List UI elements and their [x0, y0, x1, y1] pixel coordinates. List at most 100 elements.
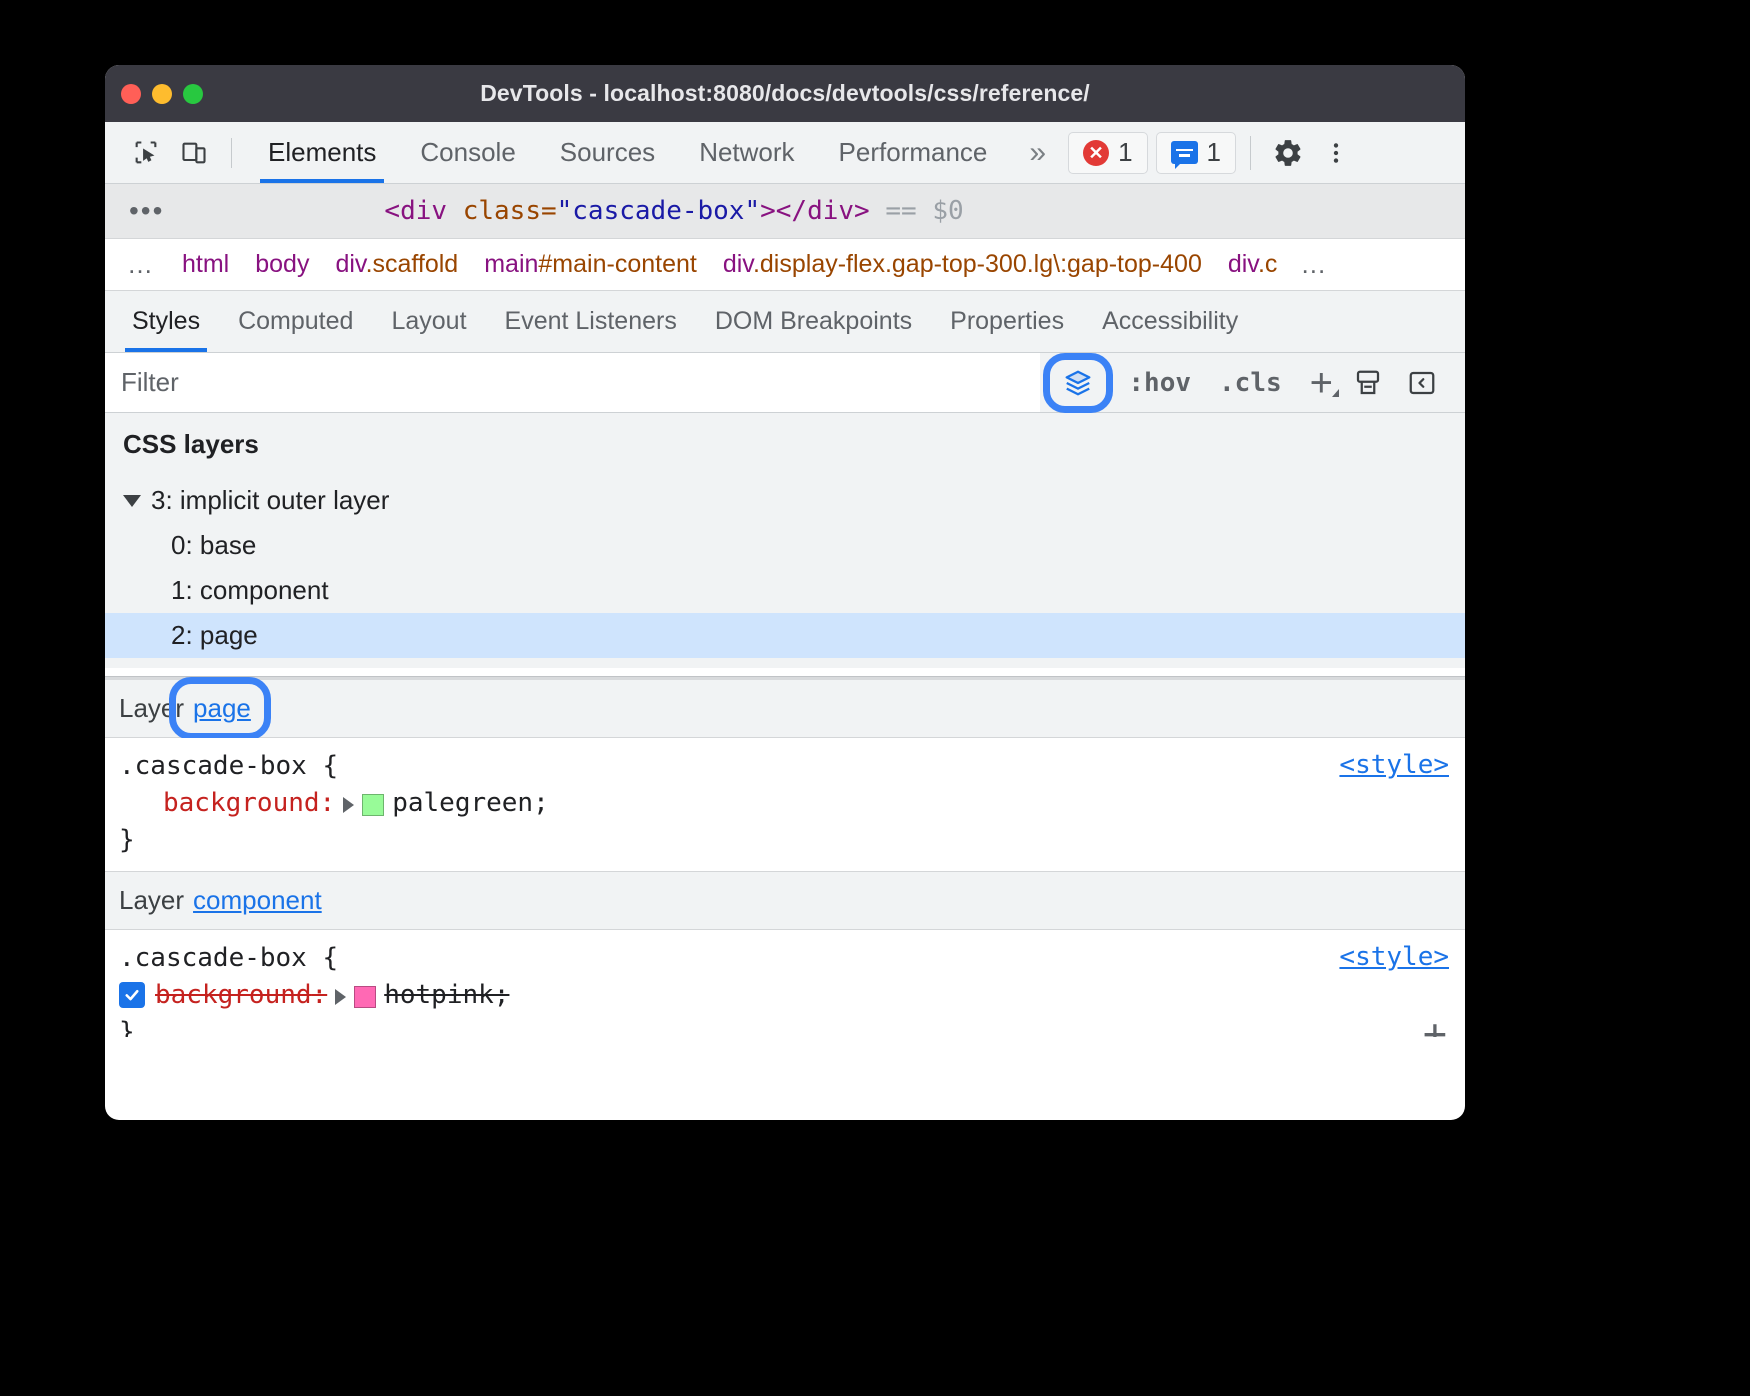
- filter-input[interactable]: [105, 353, 1040, 412]
- rule-close-brace-component: }: [105, 1014, 1465, 1037]
- tab-network[interactable]: Network: [677, 122, 816, 183]
- css-layers-panel: CSS layers 3: implicit outer layer 0: ba…: [105, 413, 1465, 668]
- add-declaration-button[interactable]: +: [1423, 1014, 1447, 1037]
- dom-selector-ref: $0: [932, 196, 963, 226]
- style-rule-component: <style> .cascade-box { background: hotpi…: [105, 930, 1465, 1037]
- breadcrumb-item-div-c[interactable]: div.c: [1215, 250, 1291, 279]
- dom-attr-value: "cascade-box": [557, 196, 761, 226]
- layer-header-component-label: Layer: [119, 885, 184, 916]
- tab-elements[interactable]: Elements: [246, 122, 398, 183]
- layer-tree-node-implicit-outer[interactable]: 3: implicit outer layer: [105, 478, 1465, 523]
- more-tabs-icon[interactable]: »: [1011, 136, 1060, 170]
- declaration-property-name[interactable]: background: [163, 785, 320, 822]
- breadcrumb-flex-name: div: [723, 250, 753, 278]
- declaration-value[interactable]: palegreen;: [392, 785, 549, 822]
- layer-header-component: Layer component: [105, 872, 1465, 930]
- minimize-button[interactable]: [152, 84, 172, 104]
- layer-tree-node-base[interactable]: 0: base: [105, 523, 1465, 568]
- styles-pane: CSS layers 3: implicit outer layer 0: ba…: [105, 413, 1465, 1037]
- tab-event-listeners-label: Event Listeners: [505, 307, 677, 336]
- breadcrumb-item-main[interactable]: main#main-content: [471, 250, 710, 279]
- tab-performance-label: Performance: [839, 137, 988, 168]
- rule-selector-page[interactable]: .cascade-box {: [105, 748, 1465, 785]
- gear-icon[interactable]: [1265, 132, 1311, 174]
- layer-link-component[interactable]: component: [193, 885, 322, 916]
- tab-accessibility[interactable]: Accessibility: [1083, 291, 1257, 352]
- rule-selector-page-text: .cascade-box {: [119, 748, 338, 785]
- breadcrumb-left-ellipsis[interactable]: …: [119, 258, 169, 271]
- copy-styles-icon[interactable]: [1341, 368, 1395, 398]
- breadcrumb-item-div-flex[interactable]: div.display-flex.gap-top-300.lg\:gap-top…: [710, 250, 1215, 279]
- error-count-badge[interactable]: ✕ 1: [1068, 132, 1147, 174]
- breadcrumb-item-div-scaffold[interactable]: div.scaffold: [322, 250, 471, 279]
- tab-console[interactable]: Console: [398, 122, 537, 183]
- tab-styles[interactable]: Styles: [113, 291, 219, 352]
- devtools-window: DevTools - localhost:8080/docs/devtools/…: [105, 65, 1465, 1120]
- color-swatch-palegreen[interactable]: [362, 794, 384, 816]
- expand-shorthand-icon[interactable]: [335, 989, 346, 1005]
- maximize-button[interactable]: [183, 84, 203, 104]
- style-source-link-component[interactable]: <style>: [1339, 942, 1449, 972]
- color-swatch-hotpink[interactable]: [354, 986, 376, 1008]
- breadcrumb-right-ellipsis[interactable]: …: [1290, 258, 1342, 271]
- declaration-enabled-checkbox[interactable]: [119, 982, 145, 1008]
- breadcrumb-c-class: .c: [1258, 250, 1277, 278]
- layer-link-component-label: component: [193, 885, 322, 915]
- layer-tree-node-component[interactable]: 1: component: [105, 568, 1465, 613]
- layer-header-page: Layer page: [105, 680, 1465, 738]
- tab-sources[interactable]: Sources: [538, 122, 677, 183]
- breadcrumb-item-html[interactable]: html: [169, 250, 242, 279]
- inspect-cursor-icon[interactable]: [123, 132, 169, 174]
- declaration-value[interactable]: hotpink;: [384, 977, 509, 1014]
- window-controls[interactable]: [121, 65, 203, 122]
- expand-shorthand-icon[interactable]: [343, 797, 354, 813]
- breadcrumb-c-name: div: [1228, 250, 1258, 278]
- tab-computed[interactable]: Computed: [219, 291, 372, 352]
- breadcrumb-flex-class: .display-flex.gap-top-300.lg\:gap-top-40…: [753, 250, 1202, 278]
- cls-button[interactable]: .cls: [1205, 368, 1296, 398]
- css-layers-title: CSS layers: [105, 429, 1465, 478]
- close-button[interactable]: [121, 84, 141, 104]
- declaration-property-name[interactable]: background: [155, 977, 312, 1014]
- tab-elements-label: Elements: [268, 137, 376, 168]
- message-count-badge[interactable]: 1: [1156, 132, 1236, 174]
- dom-equals: [870, 196, 886, 226]
- devtools-toolbar: Elements Console Sources Network Perform…: [105, 122, 1465, 184]
- toolbar-divider: [231, 138, 232, 168]
- new-style-rule-label: +: [1310, 361, 1333, 405]
- selected-dom-node-row[interactable]: ••• <div class="cascade-box"></div> == $…: [105, 184, 1465, 239]
- tab-layout-label: Layout: [391, 307, 466, 336]
- tab-layout[interactable]: Layout: [372, 291, 485, 352]
- chevron-down-icon[interactable]: [123, 495, 141, 507]
- tab-event-listeners[interactable]: Event Listeners: [486, 291, 696, 352]
- style-source-link-page[interactable]: <style>: [1339, 750, 1449, 780]
- toolbar-divider-2: [1250, 136, 1251, 170]
- dom-open-tag: <div: [384, 196, 462, 226]
- breadcrumb: … html body div.scaffold main#main-conte…: [105, 239, 1465, 291]
- tab-properties[interactable]: Properties: [931, 291, 1083, 352]
- tab-accessibility-label: Accessibility: [1102, 307, 1238, 336]
- tab-styles-label: Styles: [132, 307, 200, 336]
- kebab-menu-icon[interactable]: [1313, 132, 1359, 174]
- layer-link-page[interactable]: page: [193, 693, 251, 724]
- message-count-label: 1: [1207, 137, 1221, 168]
- hov-button[interactable]: :hov: [1114, 368, 1205, 398]
- breadcrumb-main-name: main: [484, 250, 538, 278]
- tab-performance[interactable]: Performance: [817, 122, 1010, 183]
- layer-tree-node-page[interactable]: 2: page: [105, 613, 1465, 658]
- tab-dom-breakpoints[interactable]: DOM Breakpoints: [696, 291, 931, 352]
- new-style-rule-button[interactable]: +: [1296, 363, 1341, 403]
- breadcrumb-div-class: .scaffold: [366, 250, 459, 278]
- declaration-background-component[interactable]: background: hotpink;: [105, 977, 1465, 1014]
- chevron-down-icon: [1332, 389, 1339, 397]
- layer-tree-node-component-label: 1: component: [171, 575, 329, 606]
- breadcrumb-item-body[interactable]: body: [242, 250, 322, 279]
- styles-sidebar-tabs: Styles Computed Layout Event Listeners D…: [105, 291, 1465, 353]
- dom-ellipsis-button[interactable]: •••: [119, 205, 174, 216]
- toggle-sidebar-icon[interactable]: [1395, 368, 1449, 398]
- rule-selector-component[interactable]: .cascade-box {: [105, 940, 1465, 977]
- styles-filter-toolbar: :hov .cls +: [105, 353, 1465, 413]
- device-toolbar-icon[interactable]: [171, 132, 217, 174]
- declaration-background-page[interactable]: background: palegreen;: [105, 785, 1465, 822]
- css-layers-toggle-button[interactable]: [1052, 360, 1104, 406]
